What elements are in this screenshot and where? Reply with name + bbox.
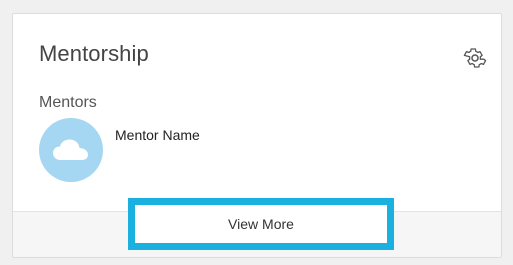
view-more-button[interactable]: View More: [128, 198, 394, 250]
gear-icon: [463, 48, 487, 68]
mentor-name-link[interactable]: Mentor Name: [115, 127, 200, 143]
settings-button[interactable]: [462, 45, 488, 71]
card-title: Mentorship: [39, 41, 149, 66]
view-more-label: View More: [228, 216, 294, 232]
avatar[interactable]: [39, 118, 103, 182]
mentors-label: Mentors: [39, 94, 97, 111]
cloud-icon: [53, 139, 88, 160]
